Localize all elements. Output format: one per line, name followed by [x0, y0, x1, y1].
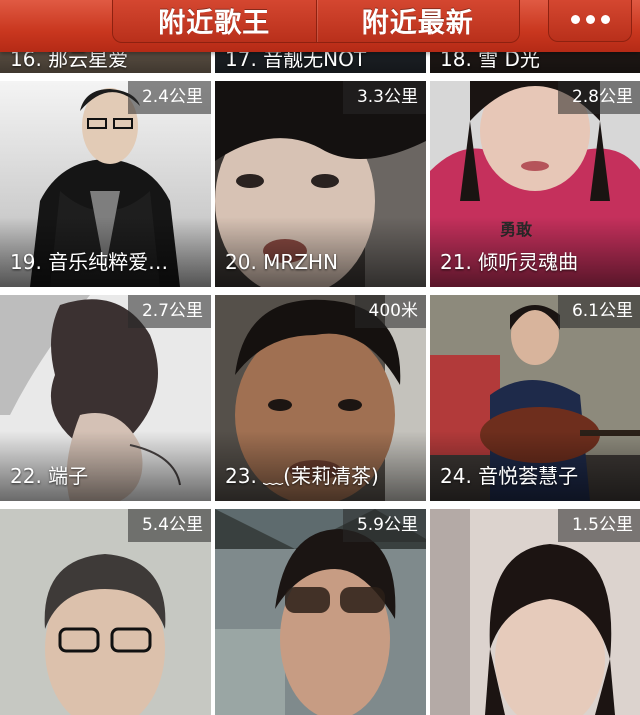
user-tile[interactable]: 3.3公里 20. MRZHN	[215, 81, 426, 287]
segmented-control: 附近歌王 附近最新	[112, 0, 520, 43]
user-tile[interactable]: 勇敢 2.8公里 21. 倾听灵魂曲	[430, 81, 640, 287]
distance-badge: 6.1公里	[557, 295, 640, 328]
more-dots-icon	[570, 15, 580, 24]
distance-badge: 400米	[354, 295, 426, 328]
user-name: 22. 端子	[10, 464, 89, 488]
distance-badge: 1.5公里	[557, 509, 640, 542]
distance-badge: 2.7公里	[127, 295, 211, 328]
distance-badge: 5.9公里	[342, 509, 426, 542]
more-dots-icon	[600, 15, 610, 24]
user-tile[interactable]: 5.9公里	[215, 509, 426, 715]
user-tile[interactable]: 6.1公里 24. 音悦荟慧子	[430, 295, 640, 501]
top-nav-bar: 附近歌王 附近最新	[0, 0, 640, 52]
tab-nearby-newest[interactable]: 附近最新	[315, 0, 520, 42]
more-dots-icon	[585, 15, 595, 24]
distance-badge: 3.3公里	[342, 81, 426, 114]
user-name: 23. ﹏(茉莉清茶)	[225, 464, 379, 488]
more-button[interactable]	[548, 0, 632, 42]
user-tile[interactable]: 5.4公里	[0, 509, 211, 715]
user-name: 24. 音悦荟慧子	[440, 464, 579, 488]
user-grid: 16. 那云星爱 17. 音靓无NOT 18. 雪 D光 2.4公里 19. 音…	[0, 0, 640, 715]
tab-nearby-singers[interactable]: 附近歌王	[113, 0, 316, 42]
user-name: 20. MRZHN	[225, 250, 339, 274]
user-tile[interactable]: 2.4公里 19. 音乐纯粹爱…	[0, 81, 211, 287]
distance-badge: 2.4公里	[127, 81, 211, 114]
distance-badge: 2.8公里	[557, 81, 640, 114]
user-tile[interactable]: 1.5公里	[430, 509, 640, 715]
user-tile[interactable]: 2.7公里 22. 端子	[0, 295, 211, 501]
user-name: 19. 音乐纯粹爱…	[10, 250, 169, 274]
user-name: 21. 倾听灵魂曲	[440, 250, 579, 274]
user-tile[interactable]: 400米 23. ﹏(茉莉清茶)	[215, 295, 426, 501]
distance-badge: 5.4公里	[127, 509, 211, 542]
